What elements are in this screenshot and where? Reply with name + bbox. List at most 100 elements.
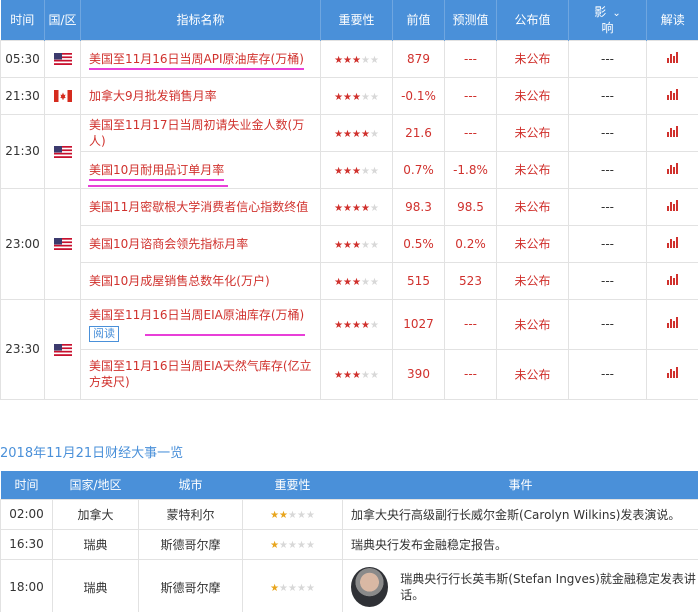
header-impact[interactable]: 影 ⌄ 响 (568, 0, 647, 40)
events-header-row: 时间 国家/地区 城市 重要性 事件 (0, 471, 698, 499)
indicator-link[interactable]: 美国10月谘商会领先指标月率 (89, 237, 248, 251)
forecast-cell: 523 (444, 261, 497, 300)
explain-cell[interactable] (646, 39, 698, 78)
indicator-link[interactable]: 美国至11月16日当周API原油库存(万桶) (89, 51, 304, 70)
event-time-cell: 16:30 (0, 528, 53, 560)
explain-cell[interactable] (646, 150, 698, 189)
indicator-name-cell[interactable]: 美国10月耐用品订单月率 (80, 150, 321, 189)
forecast-cell: 0.2% (444, 224, 497, 263)
impact-cell: --- (568, 298, 647, 350)
indicator-link[interactable]: 美国11月密歇根大学消费者信心指数终值 (89, 200, 308, 214)
flag-cell (44, 76, 81, 115)
indicator-link[interactable]: 加拿大9月批发销售月率 (89, 89, 217, 103)
importance-cell: ★★★★★ (320, 261, 393, 300)
actual-cell: 未公布 (496, 150, 569, 189)
actual-cell: 未公布 (496, 113, 569, 152)
bar-chart-icon[interactable] (666, 125, 679, 140)
us-flag-icon (53, 238, 72, 250)
impact-cell: --- (568, 261, 647, 300)
indicator-name-cell[interactable]: 美国至11月16日当周EIA原油库存(万桶) 阅读 (80, 298, 321, 350)
header-explain: 解读 (646, 0, 698, 40)
importance-cell: ★★★★★ (320, 150, 393, 189)
forecast-cell: --- (444, 113, 497, 152)
indicator-name-cell[interactable]: 美国10月谘商会领先指标月率 (80, 224, 321, 263)
events-header-event: 事件 (342, 471, 698, 499)
indicator-link[interactable]: 美国10月耐用品订单月率 (89, 162, 225, 181)
header-impact-bottom: 响 (601, 20, 614, 35)
star-rating: ★★★★★ (270, 510, 315, 521)
us-flag-icon (53, 53, 72, 65)
table-row: 美国至11月16日当周EIA天然气库存(亿立方英尺) ★★★★★ 390 ---… (1, 348, 698, 400)
time-cell: 05:30 (0, 39, 45, 78)
indicator-name-cell[interactable]: 美国至11月16日当周EIA天然气库存(亿立方英尺) (80, 348, 321, 400)
previous-cell: -0.1% (392, 76, 445, 115)
explain-cell[interactable] (646, 76, 698, 115)
calendar-header-row: 时间 国/区 指标名称 重要性 前值 预测值 公布值 影 ⌄ 响 解读 (0, 0, 698, 40)
forecast-cell: --- (444, 39, 497, 78)
indicator-link[interactable]: 美国至11月16日当周EIA天然气库存(亿立方英尺) (89, 359, 312, 389)
section-title: 2018年11月21日财经大事一览 (0, 446, 184, 461)
impact-cell: --- (568, 150, 647, 189)
table-row: 美国10月耐用品订单月率 ★★★★★ 0.7% -1.8% 未公布 --- (1, 150, 698, 189)
forecast-cell: --- (444, 76, 497, 115)
indicator-name-cell[interactable]: 美国10月成屋销售总数年化(万户) (80, 261, 321, 300)
event-description-cell: 瑞典央行发布金融稳定报告。 (342, 528, 698, 560)
annotation-underline (145, 334, 305, 336)
indicator-link[interactable]: 美国10月成屋销售总数年化(万户) (89, 274, 270, 288)
events-header-region: 国家/地区 (52, 471, 139, 499)
bar-chart-icon[interactable] (666, 162, 679, 177)
read-button[interactable]: 阅读 (89, 325, 119, 342)
bar-chart-icon[interactable] (666, 273, 679, 288)
events-header-importance: 重要性 (242, 471, 343, 499)
chevron-down-icon[interactable]: ⌄ (612, 7, 620, 21)
actual-cell: 未公布 (496, 298, 569, 350)
table-row: 21:30 美国至11月17日当周初请失业金人数(万人) ★★★★★ 21.6 … (0, 113, 698, 189)
bar-chart-icon[interactable] (666, 199, 679, 214)
financial-events-table: 时间 国家/地区 城市 重要性 事件 02:00 加拿大 蒙特利尔 ★★★★★ … (0, 471, 698, 612)
event-time-cell: 02:00 (0, 498, 53, 530)
time-cell: 23:30 (0, 298, 45, 400)
bar-chart-icon[interactable] (666, 88, 679, 103)
actual-cell: 未公布 (496, 76, 569, 115)
table-row: 18:00 瑞典 斯德哥尔摩 ★★★★★ 瑞典央行行长英韦斯(Stefan In… (0, 558, 698, 612)
bar-chart-icon[interactable] (666, 236, 679, 251)
importance-cell: ★★★★★ (320, 224, 393, 263)
actual-cell: 未公布 (496, 39, 569, 78)
explain-cell[interactable] (646, 348, 698, 400)
event-city-cell: 斯德哥尔摩 (138, 528, 243, 560)
indicator-link[interactable]: 美国至11月16日当周EIA原油库存(万桶) (89, 308, 304, 322)
star-rating: ★★★★★ (334, 202, 379, 214)
explain-cell[interactable] (646, 224, 698, 263)
table-row: 16:30 瑞典 斯德哥尔摩 ★★★★★ 瑞典央行发布金融稳定报告。 (0, 528, 698, 560)
forecast-cell: -1.8% (444, 150, 497, 189)
explain-cell[interactable] (646, 298, 698, 350)
header-forecast: 预测值 (444, 0, 497, 40)
table-row: 美国10月成屋销售总数年化(万户) ★★★★★ 515 523 未公布 --- (1, 261, 698, 300)
previous-cell: 0.7% (392, 150, 445, 189)
bar-chart-icon[interactable] (666, 317, 679, 331)
annotation-underline (88, 185, 228, 187)
canada-flag-icon (53, 90, 72, 102)
indicator-name-cell[interactable]: 美国至11月16日当周API原油库存(万桶) (80, 39, 321, 78)
explain-cell[interactable] (646, 187, 698, 226)
importance-cell: ★★★★★ (320, 298, 393, 350)
importance-cell: ★★★★★ (320, 113, 393, 152)
bar-chart-icon[interactable] (666, 51, 679, 66)
header-indicator: 指标名称 (80, 0, 321, 40)
indicator-name-cell[interactable]: 美国11月密歇根大学消费者信心指数终值 (80, 187, 321, 226)
header-time: 时间 (0, 0, 45, 40)
event-city-cell: 斯德哥尔摩 (138, 558, 243, 612)
events-header-city: 城市 (138, 471, 243, 499)
indicator-name-cell[interactable]: 美国至11月17日当周初请失业金人数(万人) (80, 113, 321, 152)
time-cell: 21:30 (0, 113, 45, 189)
flag-cell (44, 39, 81, 78)
indicator-name-cell[interactable]: 加拿大9月批发销售月率 (80, 76, 321, 115)
star-rating: ★★★★★ (334, 54, 379, 66)
previous-cell: 879 (392, 39, 445, 78)
importance-cell: ★★★★★ (320, 187, 393, 226)
explain-cell[interactable] (646, 261, 698, 300)
star-rating: ★★★★★ (334, 165, 379, 177)
bar-chart-icon[interactable] (666, 367, 679, 381)
indicator-link[interactable]: 美国至11月17日当周初请失业金人数(万人) (89, 118, 304, 148)
explain-cell[interactable] (646, 113, 698, 152)
